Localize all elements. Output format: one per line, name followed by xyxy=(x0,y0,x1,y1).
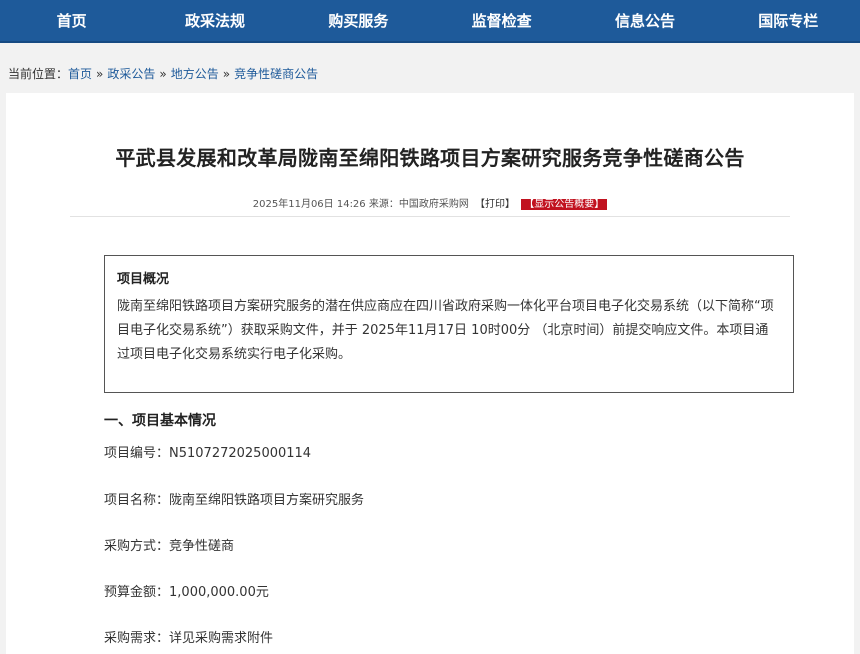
article-meta: 2025年11月06日 14:26 来源：中国政府采购网 【打印】 【显示公告概… xyxy=(6,195,854,210)
nav-regulations[interactable]: 政采法规 xyxy=(143,10,286,31)
row-label: 采购方式： xyxy=(104,539,170,554)
info-row-requirements: 采购需求：详见采购需求附件 xyxy=(104,627,273,646)
row-label: 预算金额： xyxy=(104,585,170,600)
nav-international[interactable]: 国际专栏 xyxy=(717,10,860,31)
breadcrumb-prefix: 当前位置： xyxy=(8,67,69,81)
row-value: 1,000,000.00元 xyxy=(169,585,269,600)
info-row-budget: 预算金额：1,000,000.00元 xyxy=(104,581,269,600)
row-label: 项目名称： xyxy=(104,493,170,508)
publish-date: 2025年11月06日 14:26 xyxy=(252,199,366,210)
divider xyxy=(70,216,790,217)
show-summary-button[interactable]: 【显示公告概要】 xyxy=(521,199,608,210)
breadcrumb-sep: » xyxy=(159,67,167,81)
row-label: 采购需求： xyxy=(104,631,170,646)
summary-heading: 项目概况 xyxy=(117,272,170,287)
info-row-project-name: 项目名称：陇南至绵阳铁路项目方案研究服务 xyxy=(104,489,364,508)
breadcrumb-sep: » xyxy=(222,67,231,81)
section-heading: 一、项目基本情况 xyxy=(104,413,216,429)
breadcrumb-current[interactable]: 竞争性磋商公告 xyxy=(234,67,318,81)
row-value: 竞争性磋商 xyxy=(169,539,235,554)
breadcrumb-sep: » xyxy=(96,67,104,81)
page-title: 平武县发展和改革局陇南至绵阳铁路项目方案研究服务竞争性磋商公告 xyxy=(115,146,745,170)
row-value: 详见采购需求附件 xyxy=(169,631,274,646)
nav-home[interactable]: 首页 xyxy=(0,10,143,31)
breadcrumb-home[interactable]: 首页 xyxy=(68,67,92,81)
breadcrumb-procurement-announcements[interactable]: 政采公告 xyxy=(107,67,155,81)
info-row-project-number: 项目编号：N5107272025000114 xyxy=(104,442,311,461)
article-panel: 平武县发展和改革局陇南至绵阳铁路项目方案研究服务竞争性磋商公告 2025年11月… xyxy=(6,93,854,654)
row-label: 项目编号： xyxy=(104,446,170,461)
breadcrumb: 当前位置：首页» 政采公告» 地方公告» 竞争性磋商公告 xyxy=(0,43,860,93)
row-value: 陇南至绵阳铁路项目方案研究服务 xyxy=(169,493,365,508)
print-link[interactable]: 【打印】 xyxy=(475,199,515,210)
article-source: 来源：中国政府采购网 xyxy=(368,199,469,210)
top-nav: 首页 政采法规 购买服务 监督检查 信息公告 国际专栏 xyxy=(0,0,860,43)
info-row-procurement-method: 采购方式：竞争性磋商 xyxy=(104,535,234,554)
nav-announcements[interactable]: 信息公告 xyxy=(573,10,716,31)
project-summary-box: 项目概况 陇南至绵阳铁路项目方案研究服务的潜在供应商应在四川省政府采购一体化平台… xyxy=(104,255,794,393)
nav-purchase-services[interactable]: 购买服务 xyxy=(287,10,430,31)
nav-supervision[interactable]: 监督检查 xyxy=(430,10,573,31)
summary-body: 陇南至绵阳铁路项目方案研究服务的潜在供应商应在四川省政府采购一体化平台项目电子化… xyxy=(117,299,774,362)
breadcrumb-local-announcements[interactable]: 地方公告 xyxy=(171,67,219,81)
row-value: N5107272025000114 xyxy=(169,446,312,461)
